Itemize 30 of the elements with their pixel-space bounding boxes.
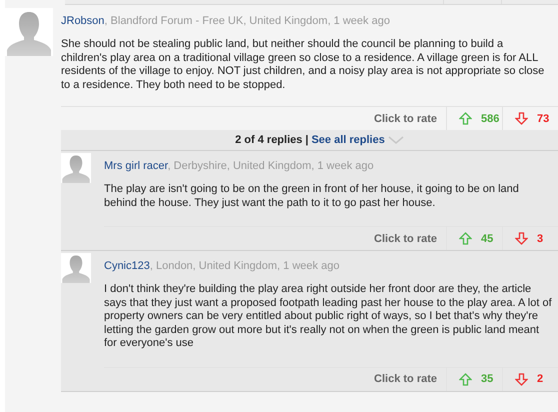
rate-label: Click to rate [374, 373, 438, 385]
comment-text: I don't think they're building the play area right outside her front door are they, the article says that they just want a proposed footpath leading past her house to the play area. A lot of property owners can be very entitled about public right of ways, so I bet that's why they're letting the garden grow out more but it's really not on when the green is public land meant for everyone's use [104, 283, 552, 350]
rate-label: Click to rate [374, 112, 438, 124]
downvote-count: 3 [537, 232, 544, 244]
author-link[interactable]: JRobson [61, 15, 104, 27]
see-all-replies-link[interactable]: See all replies [311, 134, 385, 146]
avatar-icon [61, 253, 91, 283]
comment-details: , Derbyshire, United Kingdom, 1 week ago [168, 160, 374, 172]
up-arrow-icon[interactable] [459, 112, 472, 125]
up-arrow-icon[interactable] [459, 372, 472, 386]
separator: | [305, 134, 308, 146]
upvote-count: 586 [481, 112, 500, 124]
comment-text: She should not be stealing public land, but neither should the council be planning to build a children's play area on a traditional village green so close to a residence. A village green is for ALL residents of the village to enjoy. NOT just children, and a noisy play area is not appropriate so close to a residence. They both need to be stopped. [61, 38, 546, 92]
upvote-count: 35 [481, 373, 494, 385]
replies-count: 2 of 4 replies [235, 134, 302, 146]
down-arrow-icon[interactable] [515, 232, 528, 245]
rate-label: Click to rate [374, 232, 438, 244]
up-arrow-icon[interactable] [459, 232, 472, 245]
down-arrow-icon[interactable] [515, 372, 528, 386]
upvote-count: 45 [481, 232, 494, 244]
down-arrow-icon[interactable] [515, 112, 528, 125]
author-link[interactable]: Cynic123 [104, 260, 150, 272]
comment-details: , Blandford Forum - Free UK, United Kingdom, 1 week ago [104, 15, 390, 27]
chevron-down-icon[interactable] [388, 136, 404, 144]
downvote-count: 2 [537, 373, 544, 385]
author-link[interactable]: Mrs girl racer [104, 160, 168, 172]
downvote-count: 73 [537, 112, 550, 124]
comment-details: , London, United Kingdom, 1 week ago [150, 260, 340, 272]
avatar-icon [61, 153, 91, 183]
comment-text: The play are isn't going to be on the green in front of her house, it going to be on land behind the house. They just want the path to it to go past her house. [104, 183, 520, 210]
